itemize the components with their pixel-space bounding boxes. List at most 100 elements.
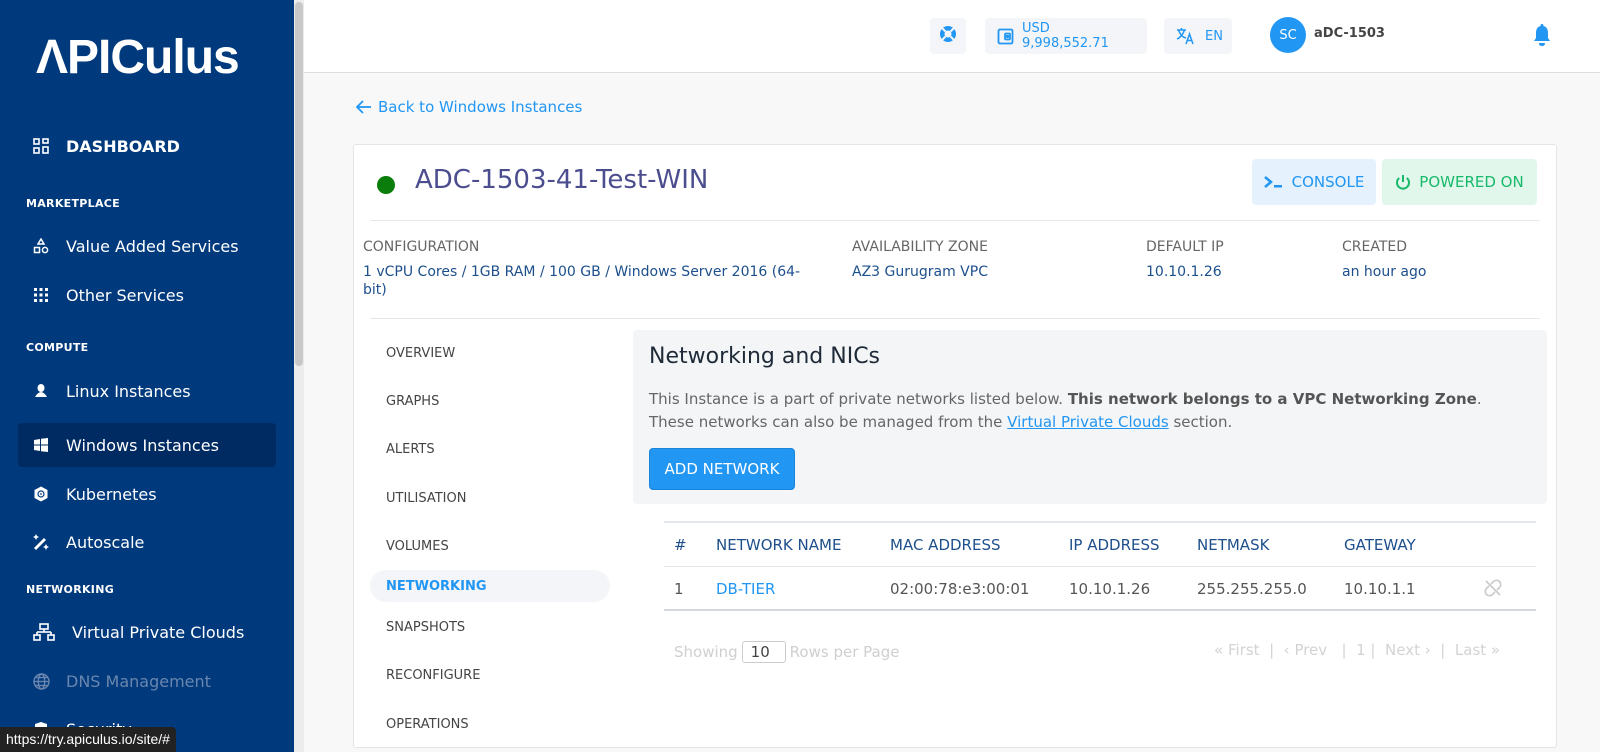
meta-default-ip: DEFAULT IP 10.10.1.26 (1146, 239, 1326, 281)
tab-networking[interactable]: NETWORKING (370, 570, 610, 602)
tab-operations[interactable]: OPERATIONS (370, 708, 610, 740)
instance-card: ADC-1503-41-Test-WIN CONSOLE POWERED ON … (353, 144, 1557, 748)
prev-page-button[interactable]: ‹ Prev (1284, 641, 1328, 659)
column-header-index: # (674, 536, 687, 554)
tab-snapshots[interactable]: SNAPSHOTS (370, 611, 610, 643)
tab-utilisation[interactable]: UTILISATION (370, 482, 610, 514)
first-page-button[interactable]: « First (1214, 641, 1260, 659)
status-bar-url: https://try.apiculus.io/site/# (0, 727, 176, 752)
sidebar-item-linux-instances[interactable]: Linux Instances (18, 369, 276, 413)
sidebar-item-label: Autoscale (66, 532, 145, 552)
sidebar-item-value-added-services[interactable]: Value Added Services (18, 224, 276, 268)
magic-wand-icon (32, 533, 50, 551)
power-label: POWERED ON (1419, 173, 1524, 191)
divider (370, 318, 1540, 319)
ip-address: 10.10.1.26 (1069, 580, 1151, 598)
sidebar-item-dashboard[interactable]: DASHBOARD (18, 124, 276, 168)
sidebar-item-dns-management[interactable]: DNS Management (18, 659, 276, 703)
column-header-ip-address: IP ADDRESS (1069, 536, 1160, 554)
power-icon (1396, 174, 1411, 190)
showing-label: Showing (674, 643, 738, 661)
linux-icon (32, 382, 50, 400)
sidebar-item-label: DNS Management (66, 671, 211, 691)
back-to-windows-instances-link[interactable]: Back to Windows Instances (356, 98, 582, 116)
sidebar-item-label: Kubernetes (66, 484, 157, 504)
sidebar: ΛPICulus DASHBOARD MARKETPLACE Value Add… (0, 0, 294, 752)
meta-label: CREATED (1342, 239, 1408, 255)
wallet-balance[interactable]: USD 9,998,552.71 (985, 18, 1147, 54)
sidebar-item-virtual-private-clouds[interactable]: Virtual Private Clouds (18, 610, 276, 654)
instance-status-dot (377, 176, 395, 194)
sidebar-item-kubernetes[interactable]: Kubernetes (18, 472, 276, 516)
console-button[interactable]: CONSOLE (1252, 159, 1376, 205)
meta-label: DEFAULT IP (1146, 239, 1224, 255)
windows-icon (32, 436, 50, 454)
terminal-icon (1263, 176, 1282, 188)
meta-configuration: CONFIGURATION 1 vCPU Cores / 1GB RAM / 1… (363, 239, 823, 299)
pagination: « First | ‹ Prev | 1 | Next › | Last » (1214, 641, 1500, 659)
table-header-row: # NETWORK NAME MAC ADDRESS IP ADDRESS NE… (664, 523, 1536, 567)
table-row: 1 DB-TIER 02:00:78:e3:00:01 10.10.1.26 2… (664, 567, 1536, 611)
tab-overview[interactable]: OVERVIEW (370, 337, 610, 369)
current-page[interactable]: 1 (1356, 641, 1366, 659)
meta-label: CONFIGURATION (363, 239, 480, 255)
wallet-icon (997, 28, 1014, 45)
shapes-icon (32, 237, 50, 255)
column-header-netmask: NETMASK (1197, 536, 1270, 554)
scrollbar-thumb[interactable] (295, 2, 303, 366)
sidebar-item-autoscale[interactable]: Autoscale (18, 520, 276, 564)
netmask: 255.255.255.0 (1197, 580, 1307, 598)
user-avatar[interactable]: SC (1270, 17, 1306, 53)
network-name-link[interactable]: DB-TIER (716, 580, 775, 598)
separator: | (1341, 641, 1347, 659)
instance-name: ADC-1503-41-Test-WIN (415, 165, 709, 195)
section-marketplace: MARKETPLACE (26, 197, 120, 210)
language-selector[interactable]: EN (1164, 18, 1232, 54)
back-link-label: Back to Windows Instances (378, 98, 583, 116)
last-page-button[interactable]: Last » (1455, 641, 1500, 659)
separator: | (1370, 641, 1376, 659)
column-header-gateway: GATEWAY (1344, 536, 1416, 554)
network-icon (32, 623, 56, 641)
sidebar-item-other-services[interactable]: Other Services (18, 273, 276, 317)
desc-text: section. (1168, 413, 1233, 431)
tab-volumes[interactable]: VOLUMES (370, 530, 610, 562)
translate-icon (1176, 27, 1195, 45)
divider (370, 220, 1540, 221)
sidebar-item-windows-instances[interactable]: Windows Instances (18, 423, 276, 467)
detach-network-icon[interactable] (1484, 579, 1502, 601)
username[interactable]: aDC-1503 (1314, 26, 1385, 41)
separator: | (1269, 641, 1275, 659)
networks-table: # NETWORK NAME MAC ADDRESS IP ADDRESS NE… (664, 521, 1536, 611)
networking-panel: Networking and NICs This Instance is a p… (633, 330, 1547, 504)
column-header-network-name: NETWORK NAME (716, 536, 842, 554)
sidebar-item-label: Value Added Services (66, 236, 239, 256)
column-header-mac-address: MAC ADDRESS (890, 536, 1001, 554)
meta-created: CREATED an hour ago (1342, 239, 1522, 281)
tab-graphs[interactable]: GRAPHS (370, 385, 610, 417)
virtual-private-clouds-link[interactable]: Virtual Private Clouds (1007, 413, 1169, 431)
meta-value: 10.10.1.26 (1146, 264, 1222, 280)
networking-description: This Instance is a part of private netwo… (649, 388, 1529, 434)
dashboard-icon (32, 137, 50, 155)
lifebuoy-icon (939, 25, 957, 47)
section-networking: NETWORKING (26, 583, 115, 596)
power-state-button[interactable]: POWERED ON (1382, 159, 1537, 205)
add-network-button[interactable]: ADD NETWORK (649, 448, 795, 490)
next-page-button[interactable]: Next › (1385, 641, 1431, 659)
sidebar-scrollbar[interactable] (294, 0, 304, 752)
language-code: EN (1205, 28, 1223, 44)
support-button[interactable] (930, 18, 966, 54)
rows-per-page-input[interactable] (741, 641, 786, 663)
gateway: 10.10.1.1 (1344, 580, 1416, 598)
meta-label: AVAILABILITY ZONE (852, 239, 988, 255)
notifications-bell-icon[interactable] (1532, 24, 1552, 52)
sidebar-item-label: Windows Instances (66, 435, 219, 455)
networking-title: Networking and NICs (649, 344, 881, 369)
tab-alerts[interactable]: ALERTS (370, 433, 610, 465)
tab-reconfigure[interactable]: RECONFIGURE (370, 659, 610, 691)
desc-bold-text: This network belongs to a VPC Networking… (1067, 390, 1477, 408)
sidebar-item-label: Linux Instances (66, 381, 191, 401)
apiculus-logo[interactable]: ΛPICulus (36, 34, 240, 82)
sidebar-item-label: DASHBOARD (66, 136, 180, 156)
